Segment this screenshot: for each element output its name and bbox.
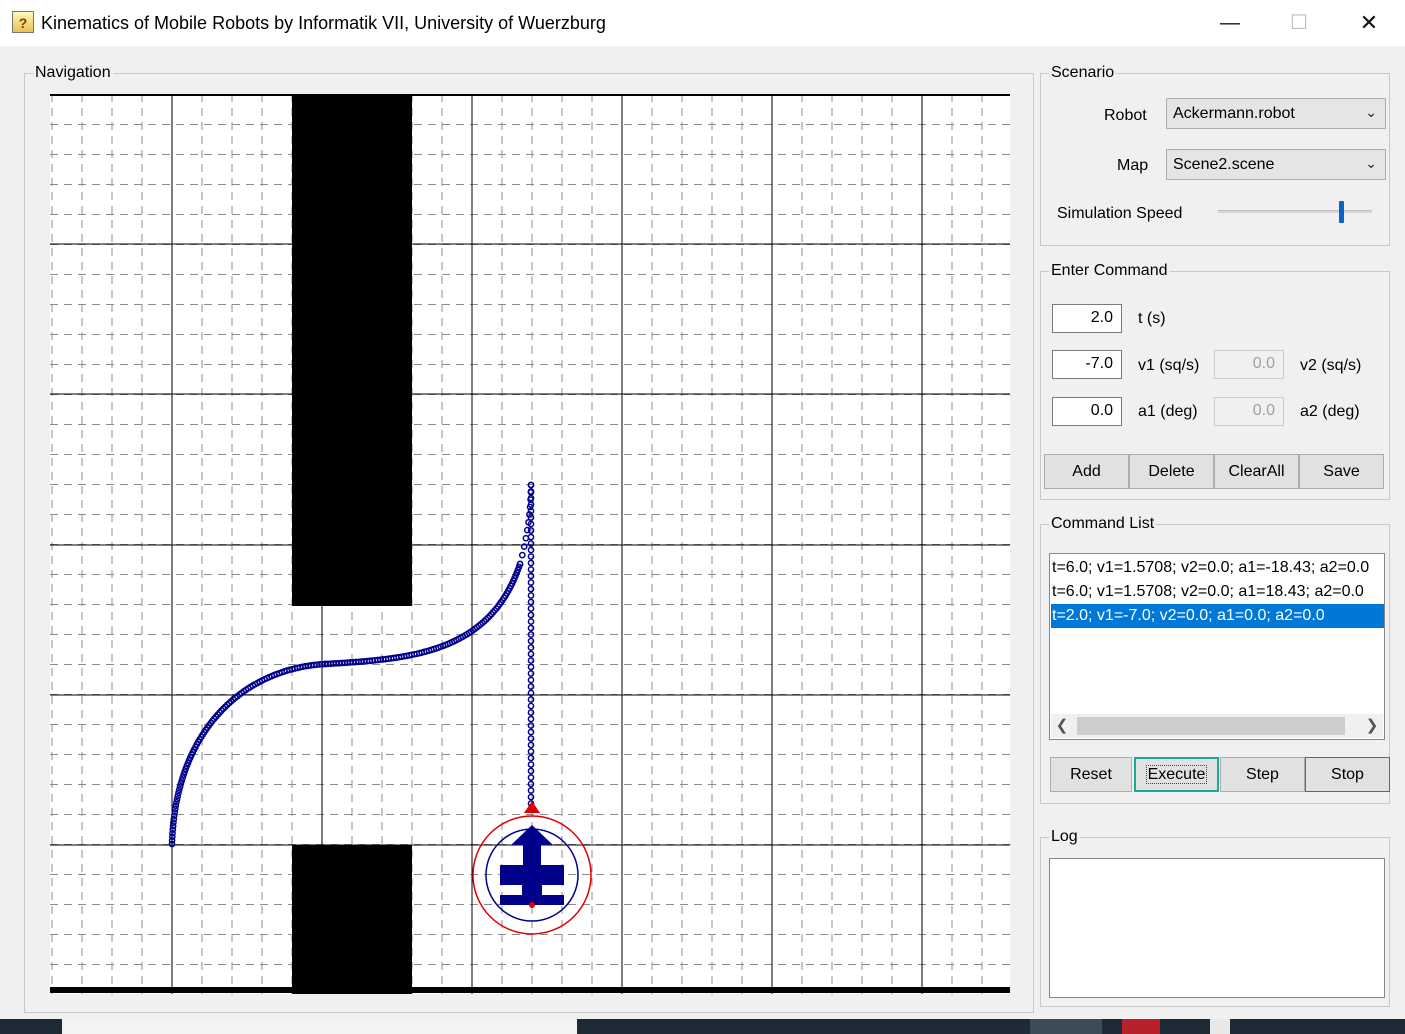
navigation-label: Navigation [33,64,113,82]
a2-label: a2 (deg) [1300,403,1360,420]
map-label: Map [1117,157,1149,174]
taskbar-search-box[interactable] [62,1019,577,1034]
robot-trajectory-straight [527,481,535,807]
log-label: Log [1049,828,1080,846]
taskbar-app-icon[interactable] [1122,1019,1160,1034]
command-list-item-selected[interactable]: t=2.0; v1=-7.0; v2=0.0; a1=0.0; a2=0.0 [1051,604,1384,628]
execute-button[interactable]: Execute [1134,757,1219,792]
stop-button[interactable]: Stop [1305,757,1390,792]
command-listbox[interactable]: t=6.0; v1=1.5708; v2=0.0; a1=-18.43; a2=… [1049,553,1385,740]
obstacle-bottom [292,845,412,994]
execute-button-label: Execute [1145,765,1208,784]
robot-rear-marker [529,902,535,908]
robot-label: Robot [1104,107,1147,124]
robot-select[interactable]: Ackermann.robot ⌄ [1166,98,1386,129]
minimize-button[interactable]: — [1195,0,1265,46]
robot-select-value: Ackermann.robot [1173,105,1295,122]
title-bar: ? Kinematics of Mobile Robots by Informa… [0,0,1405,46]
step-button[interactable]: Step [1220,757,1305,792]
v1-label: v1 (sq/s) [1138,357,1200,374]
app-icon[interactable]: ? [12,11,34,33]
v2-label: v2 (sq/s) [1300,357,1362,374]
obstacle-top [292,94,412,606]
enter-command-label: Enter Command [1049,262,1170,280]
simulation-speed-slider[interactable] [1218,210,1372,213]
scroll-right-icon[interactable]: ❯ [1361,714,1383,738]
t-label: t (s) [1138,310,1166,327]
a2-input: 0.0 [1214,397,1284,426]
scrollbar-thumb[interactable] [1077,717,1345,735]
maximize-button[interactable]: ☐ [1264,0,1334,46]
robot-body [500,825,564,905]
command-list-label: Command List [1049,515,1157,533]
map-select[interactable]: Scene2.scene ⌄ [1166,149,1386,180]
robot-heading-marker [524,801,540,813]
a1-label: a1 (deg) [1138,403,1198,420]
scenario-label: Scenario [1049,64,1117,82]
delete-button[interactable]: Delete [1129,454,1214,489]
robot [472,801,592,935]
simulation-speed-label: Simulation Speed [1057,205,1183,222]
map-select-value: Scene2.scene [1173,156,1275,173]
chevron-down-icon: ⌄ [1365,155,1377,171]
scroll-left-icon[interactable]: ❮ [1051,714,1073,738]
save-button[interactable]: Save [1299,454,1384,489]
log-output[interactable] [1049,858,1385,998]
t-input[interactable]: 2.0 [1052,304,1122,333]
add-button[interactable]: Add [1044,454,1129,489]
navigation-canvas[interactable] [50,94,1010,994]
window-title: Kinematics of Mobile Robots by Informati… [41,13,606,33]
chevron-down-icon: ⌄ [1365,104,1377,120]
navigation-map [50,94,1010,994]
clear-all-button[interactable]: ClearAll [1214,454,1299,489]
close-button[interactable]: ✕ [1334,0,1404,46]
command-list-item[interactable]: t=6.0; v1=1.5708; v2=0.0; a1=-18.43; a2=… [1051,556,1369,580]
a1-input[interactable]: 0.0 [1052,397,1122,426]
simulation-speed-thumb[interactable] [1339,201,1344,223]
taskbar-app-icon[interactable] [1210,1019,1230,1034]
command-list-item[interactable]: t=6.0; v1=1.5708; v2=0.0; a1=18.43; a2=0… [1051,580,1364,604]
v1-input[interactable]: -7.0 [1052,350,1122,379]
v2-input: 0.0 [1214,350,1284,379]
reset-button[interactable]: Reset [1050,757,1132,792]
taskbar-app-icon[interactable] [1030,1019,1102,1034]
horizontal-scrollbar[interactable]: ❮ ❯ [1051,714,1383,738]
